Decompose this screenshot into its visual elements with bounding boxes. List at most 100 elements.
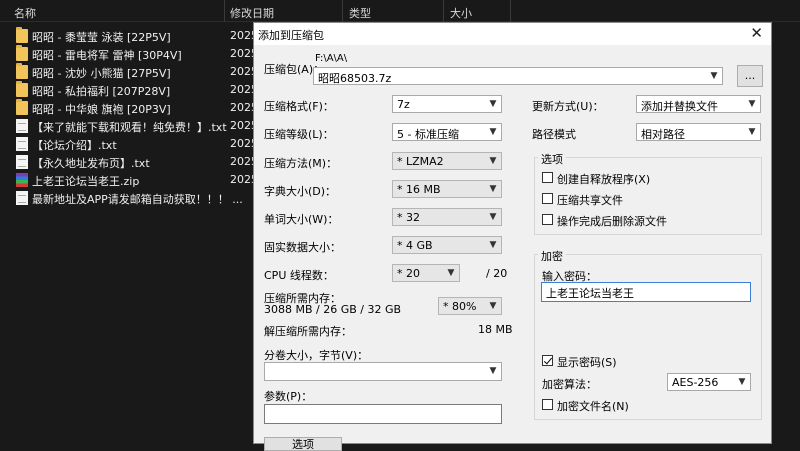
- column-size[interactable]: 大小: [450, 5, 472, 21]
- zip-archive-icon: [16, 173, 28, 187]
- column-date[interactable]: 修改日期: [230, 5, 274, 21]
- file-name: 昭昭 - 黍莹莹 泳装 [22P5V]: [32, 31, 171, 44]
- chevron-down-icon[interactable]: ▼: [488, 210, 498, 224]
- encryption-method-value: AES-256: [672, 376, 719, 389]
- threads-select[interactable]: * 20 ▼: [392, 264, 460, 282]
- column-name[interactable]: 名称: [14, 5, 36, 21]
- chevron-down-icon[interactable]: ▼: [488, 238, 498, 252]
- list-item[interactable]: 上老王论坛当老王.zip 2025: [0, 171, 260, 189]
- decompress-memory-label: 解压缩所需内存：: [264, 325, 352, 338]
- update-mode-select[interactable]: 添加并替换文件 ▼: [636, 95, 761, 113]
- column-separator[interactable]: [443, 0, 444, 22]
- list-item[interactable]: 昭昭 - 私拍福利 [207P28V] 2025: [0, 81, 260, 99]
- path-mode-value: 相对路径: [641, 128, 685, 141]
- word-size-select[interactable]: * 32 ▼: [392, 208, 502, 226]
- path-mode-label: 路径模式: [532, 128, 576, 141]
- list-item[interactable]: 【论坛介绍】.txt 2025: [0, 135, 260, 153]
- word-size-label: 单词大小(W)：: [264, 213, 339, 226]
- memory-percent-value: * 80%: [443, 300, 477, 313]
- column-separator[interactable]: [224, 0, 225, 22]
- text-file-icon: [16, 119, 28, 133]
- password-input[interactable]: 上老王论坛当老王: [541, 282, 751, 302]
- folder-icon: [16, 99, 28, 115]
- folder-icon: [16, 27, 28, 43]
- list-item[interactable]: 【永久地址发布页】.txt 2025: [0, 153, 260, 171]
- text-file-icon: [16, 137, 28, 151]
- archive-name-combo[interactable]: 昭昭68503.7z ▼: [313, 67, 723, 85]
- delete-after-label: 操作完成后删除源文件: [557, 215, 667, 228]
- checkbox-box[interactable]: [542, 399, 553, 410]
- chevron-down-icon[interactable]: ▼: [737, 375, 747, 389]
- file-name: 昭昭 - 私拍福利 [207P28V]: [32, 85, 171, 98]
- chevron-down-icon[interactable]: ▼: [488, 154, 498, 168]
- encrypt-filenames-label: 加密文件名(N): [557, 400, 629, 413]
- column-separator[interactable]: [510, 0, 511, 22]
- chevron-down-icon[interactable]: ▼: [446, 266, 456, 280]
- file-name: 最新地址及APP请发邮箱自动获取！！！ ...: [32, 193, 243, 206]
- file-name: 昭昭 - 中华娘 旗袍 [20P3V]: [32, 103, 171, 116]
- folder-icon: [16, 63, 28, 79]
- file-name: 【论坛介绍】.txt: [32, 139, 117, 152]
- split-size-combo[interactable]: ▼: [264, 362, 502, 381]
- file-name: 昭昭 - 雷电将军 雷神 [30P4V]: [32, 49, 182, 62]
- list-item[interactable]: 昭昭 - 雷电将军 雷神 [30P4V] 2025: [0, 45, 260, 63]
- list-item[interactable]: 昭昭 - 黍莹莹 泳装 [22P5V] 2025: [0, 27, 260, 45]
- dialog-title: 添加到压缩包: [258, 29, 324, 42]
- options-button[interactable]: 选项: [264, 437, 342, 451]
- encryption-method-label: 加密算法：: [542, 378, 597, 391]
- chevron-down-icon[interactable]: ▼: [488, 125, 498, 139]
- file-name: 【永久地址发布页】.txt: [32, 157, 150, 170]
- dialog-titlebar[interactable]: 添加到压缩包 ✕: [254, 23, 771, 45]
- checkbox-box[interactable]: [542, 214, 553, 225]
- threads-value: * 20: [397, 267, 420, 280]
- params-input[interactable]: [264, 404, 502, 424]
- checkbox-box[interactable]: [542, 172, 553, 183]
- file-name: 昭昭 - 沈妙 小熊猫 [27P5V]: [32, 67, 171, 80]
- close-icon[interactable]: ✕: [750, 24, 763, 42]
- word-size-value: * 32: [397, 211, 420, 224]
- threads-label: CPU 线程数：: [264, 269, 334, 282]
- browse-button[interactable]: ...: [737, 65, 763, 87]
- text-file-icon: [16, 155, 28, 169]
- checkbox-box[interactable]: [542, 193, 553, 204]
- dictionary-select[interactable]: * 16 MB ▼: [392, 180, 502, 198]
- path-mode-select[interactable]: 相对路径 ▼: [636, 123, 761, 141]
- add-to-archive-dialog: 添加到压缩包 ✕ 压缩包(A)： F:\A\A\ 昭昭68503.7z ▼ ..…: [253, 22, 772, 451]
- archive-name-value: 昭昭68503.7z: [318, 72, 392, 85]
- list-item[interactable]: 【来了就能下载和观看！纯免费！】.txt 2025: [0, 117, 260, 135]
- folder-icon: [16, 81, 28, 97]
- folder-icon: [16, 45, 28, 61]
- solid-size-label: 固实数据大小：: [264, 241, 341, 254]
- dictionary-value: * 16 MB: [397, 183, 441, 196]
- decompress-memory-value: 18 MB: [478, 323, 513, 336]
- chevron-down-icon[interactable]: ▼: [488, 299, 498, 313]
- split-label: 分卷大小，字节(V)：: [264, 349, 369, 362]
- file-name: 【来了就能下载和观看！纯免费！】.txt: [32, 121, 227, 134]
- chevron-down-icon[interactable]: ▼: [488, 97, 498, 111]
- chevron-down-icon[interactable]: ▼: [488, 182, 498, 196]
- chevron-down-icon[interactable]: ▼: [709, 69, 719, 83]
- text-file-icon: [16, 191, 28, 205]
- encryption-method-select[interactable]: AES-256 ▼: [667, 373, 751, 391]
- list-item[interactable]: 最新地址及APP请发邮箱自动获取！！！ ...: [0, 189, 260, 207]
- level-select[interactable]: 5 - 标准压缩 ▼: [392, 123, 502, 141]
- column-header: 名称 修改日期 类型 大小: [0, 0, 800, 22]
- column-type[interactable]: 类型: [349, 5, 371, 21]
- method-select[interactable]: * LZMA2 ▼: [392, 152, 502, 170]
- chevron-down-icon[interactable]: ▼: [747, 97, 757, 111]
- checkbox-box-checked[interactable]: [542, 355, 553, 366]
- update-mode-label: 更新方式(U)：: [532, 100, 604, 113]
- memory-percent-select[interactable]: * 80% ▼: [438, 297, 502, 315]
- list-item[interactable]: 昭昭 - 沈妙 小熊猫 [27P5V] 2025: [0, 63, 260, 81]
- show-password-label: 显示密码(S): [557, 356, 617, 369]
- chevron-down-icon[interactable]: ▼: [747, 125, 757, 139]
- archive-path: F:\A\A\: [315, 53, 348, 64]
- encryption-group-title: 加密: [538, 248, 566, 264]
- memory-values: 3088 MB / 26 GB / 32 GB: [264, 303, 402, 316]
- solid-size-select[interactable]: * 4 GB ▼: [392, 236, 502, 254]
- list-item[interactable]: 昭昭 - 中华娘 旗袍 [20P3V] 2025: [0, 99, 260, 117]
- options-group-title: 选项: [538, 151, 566, 167]
- chevron-down-icon[interactable]: ▼: [488, 364, 498, 378]
- format-select[interactable]: 7z ▼: [392, 95, 502, 113]
- column-separator[interactable]: [342, 0, 343, 22]
